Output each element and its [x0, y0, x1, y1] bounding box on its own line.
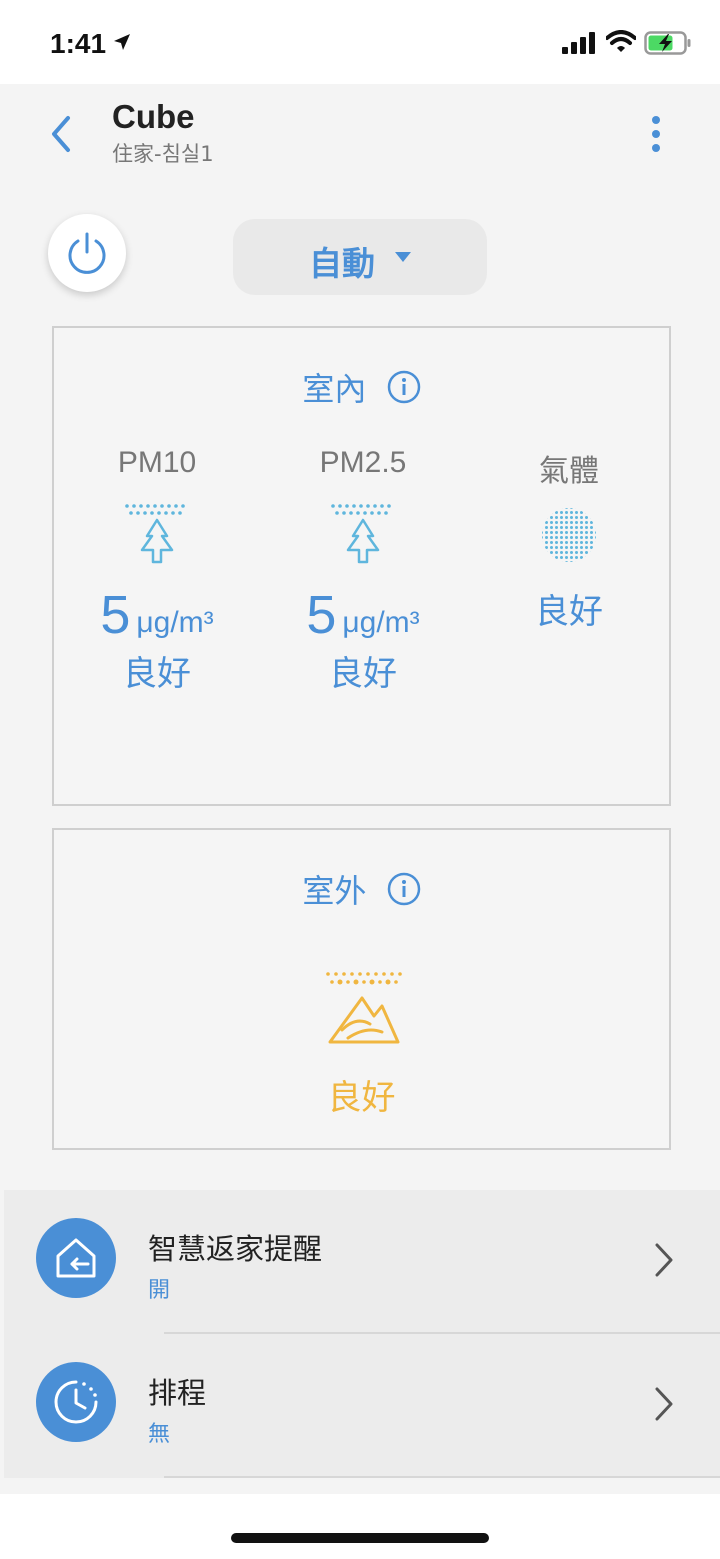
list-item-smart-home-reminder[interactable]: 智慧返家提醒 開 — [4, 1190, 720, 1334]
mode-label: 自動 — [309, 244, 375, 283]
indoor-title-row: 室內 — [54, 364, 669, 410]
outdoor-status: 良好 — [327, 1078, 396, 1118]
home-return-icon — [36, 1218, 116, 1298]
page-subtitle: 住家-침실1 — [112, 142, 214, 166]
power-icon — [68, 232, 106, 274]
outdoor-panel: 室外 良好 — [52, 828, 671, 1150]
metric-label: PM10 — [117, 446, 197, 479]
outdoor-title-row: 室外 — [54, 866, 669, 912]
tree-dust-icon — [54, 500, 260, 572]
mountain-dust-icon — [54, 968, 669, 1052]
indoor-title: 室內 — [302, 370, 367, 408]
status-time: 1:41 — [50, 28, 107, 59]
clock-icon — [36, 1362, 116, 1442]
indoor-info-icon[interactable] — [387, 370, 421, 404]
chevron-right-icon — [655, 1387, 673, 1421]
wifi-icon — [606, 30, 636, 52]
metric-pm25: PM2.5 5 μg/m³ 良好 — [260, 446, 466, 695]
metric-value-row: 5 μg/m³ — [54, 584, 260, 646]
list-item-schedule[interactable]: 排程 無 — [4, 1334, 720, 1478]
power-button[interactable] — [48, 214, 126, 292]
metric-unit: μg/m³ — [136, 606, 214, 639]
list-item-value: 開 — [148, 1278, 171, 1303]
outdoor-info-icon[interactable] — [387, 872, 421, 906]
metric-status: 良好 — [123, 654, 191, 694]
list-item-value: 無 — [148, 1422, 171, 1447]
metric-unit: μg/m³ — [342, 606, 420, 639]
metric-gas: 氣體 良好 — [466, 446, 672, 633]
metric-value-row: 5 μg/m³ — [260, 584, 466, 646]
metric-value: 5 — [306, 585, 337, 645]
indoor-panel: 室內 PM10 5 μg/m³ 良好 PM2.5 5 μg/m³ 良好 氣體 良… — [52, 326, 671, 806]
chevron-right-icon — [655, 1243, 673, 1277]
more-options-icon[interactable] — [640, 112, 672, 156]
metric-status: 良好 — [535, 592, 603, 632]
status-bar: 1:41 — [0, 0, 720, 84]
list-item-title: 智慧返家提醒 — [148, 1232, 323, 1266]
metric-value: 5 — [100, 585, 131, 645]
back-button[interactable] — [44, 112, 84, 156]
metric-label: 氣體 — [539, 455, 599, 488]
bottom-area — [0, 1494, 720, 1559]
metric-pm10: PM10 5 μg/m³ 良好 — [54, 446, 260, 695]
settings-list: 智慧返家提醒 開 排程 無 — [4, 1190, 720, 1478]
metric-label: PM2.5 — [319, 446, 407, 479]
gas-dots-icon — [466, 500, 672, 572]
home-indicator[interactable] — [231, 1533, 489, 1543]
page-title: Cube — [112, 98, 195, 135]
location-arrow-icon — [114, 34, 130, 50]
outdoor-title: 室外 — [302, 872, 367, 910]
mode-dropdown[interactable]: 自動 — [233, 219, 487, 295]
signal-icon — [562, 32, 595, 54]
screen: 1:41 Cube 住家-침실1 自動 室內 PM10 5 μg/m³ 良好 P… — [0, 0, 720, 1559]
caret-down-icon — [395, 252, 411, 262]
divider — [164, 1476, 720, 1478]
tree-dust-icon — [260, 500, 466, 572]
list-item-title: 排程 — [148, 1376, 207, 1410]
metric-status: 良好 — [329, 654, 397, 694]
battery-icon — [644, 31, 691, 55]
